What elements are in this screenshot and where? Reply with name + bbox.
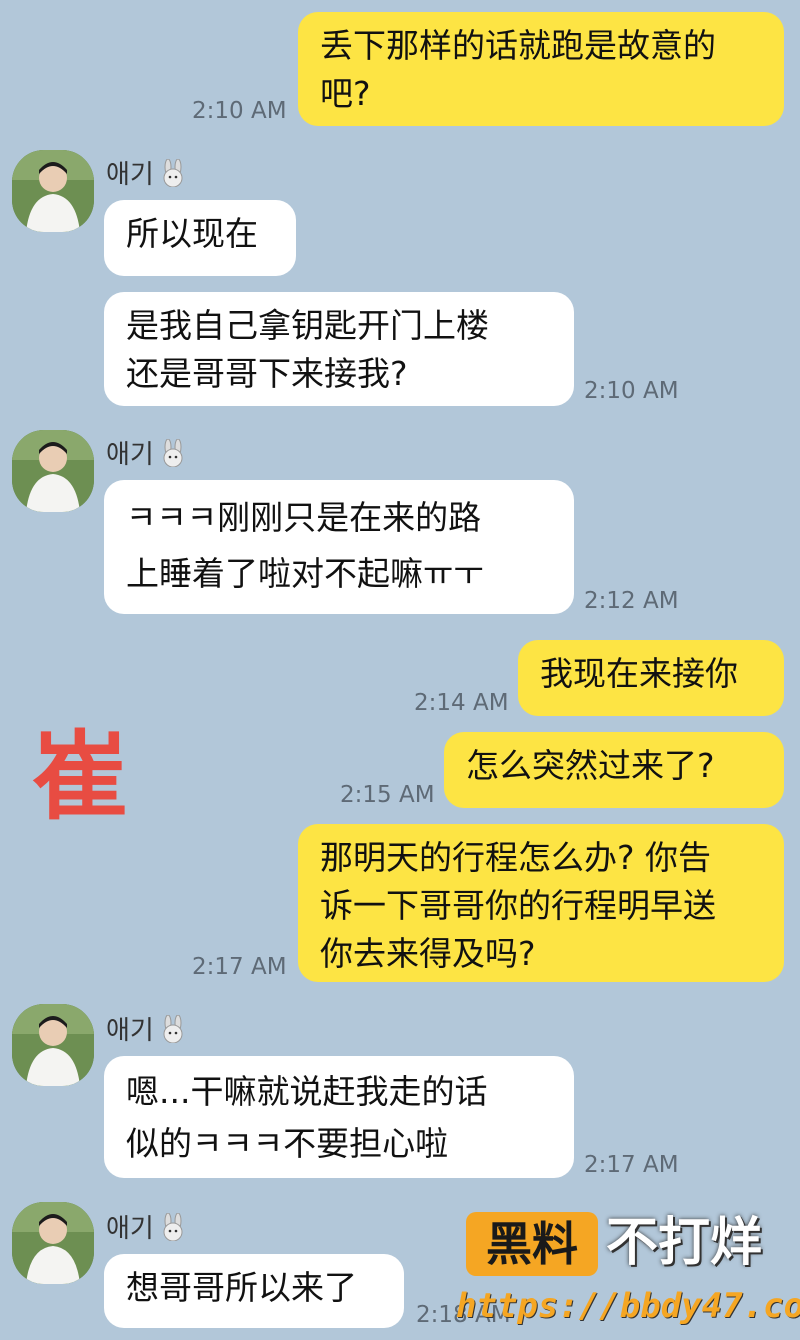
message-bubble-received[interactable]: 所以现在 bbox=[104, 200, 296, 276]
message-time: 2:10 AM bbox=[584, 378, 679, 404]
side-mark-character: 崔 bbox=[32, 721, 128, 833]
message-time: 2:15 AM bbox=[340, 782, 435, 808]
message-bubble-sent[interactable]: 丢下那样的话就跑是故意的 吧? bbox=[298, 12, 784, 126]
sender-name: 애기 bbox=[106, 434, 186, 471]
avatar[interactable] bbox=[12, 1202, 94, 1284]
sender-name-text: 애기 bbox=[106, 1214, 154, 1244]
watermark-text: 不打烊 bbox=[606, 1213, 763, 1273]
sender-name-text: 애기 bbox=[106, 440, 154, 470]
watermark-logo-box: 黑料 bbox=[466, 1212, 598, 1276]
message-time: 2:10 AM bbox=[192, 98, 287, 124]
rabbit-icon bbox=[160, 158, 186, 187]
avatar[interactable] bbox=[12, 430, 94, 512]
message-bubble-sent[interactable]: 那明天的行程怎么办? 你告 诉一下哥哥你的行程明早送 你去来得及吗? bbox=[298, 824, 784, 982]
avatar[interactable] bbox=[12, 150, 94, 232]
message-time: 2:17 AM bbox=[192, 954, 287, 980]
message-bubble-sent[interactable]: 我现在来接你 bbox=[518, 640, 784, 716]
watermark-url: https://bbdy47.com bbox=[456, 1286, 800, 1326]
rabbit-icon bbox=[160, 438, 186, 467]
message-bubble-received[interactable]: 嗯...干嘛就说赶我走的话 似的ㅋㅋㅋ不要担心啦 bbox=[104, 1056, 574, 1178]
sender-name: 애기 bbox=[106, 1010, 186, 1047]
rabbit-icon bbox=[160, 1212, 186, 1241]
message-time: 2:12 AM bbox=[584, 588, 679, 614]
rabbit-icon bbox=[160, 1014, 186, 1043]
sender-name: 애기 bbox=[106, 154, 186, 191]
message-bubble-received[interactable]: ㅋㅋㅋ刚刚只是在来的路 上睡着了啦对不起嘛ㅠㅜ bbox=[104, 480, 574, 614]
message-bubble-sent[interactable]: 怎么突然过来了? bbox=[444, 732, 784, 808]
message-bubble-received[interactable]: 想哥哥所以来了 bbox=[104, 1254, 404, 1328]
message-bubble-received[interactable]: 是我自己拿钥匙开门上楼 还是哥哥下来接我? bbox=[104, 292, 574, 406]
sender-name: 애기 bbox=[106, 1208, 186, 1245]
message-time: 2:14 AM bbox=[414, 690, 509, 716]
message-time: 2:17 AM bbox=[584, 1152, 679, 1178]
sender-name-text: 애기 bbox=[106, 160, 154, 190]
avatar[interactable] bbox=[12, 1004, 94, 1086]
sender-name-text: 애기 bbox=[106, 1016, 154, 1046]
